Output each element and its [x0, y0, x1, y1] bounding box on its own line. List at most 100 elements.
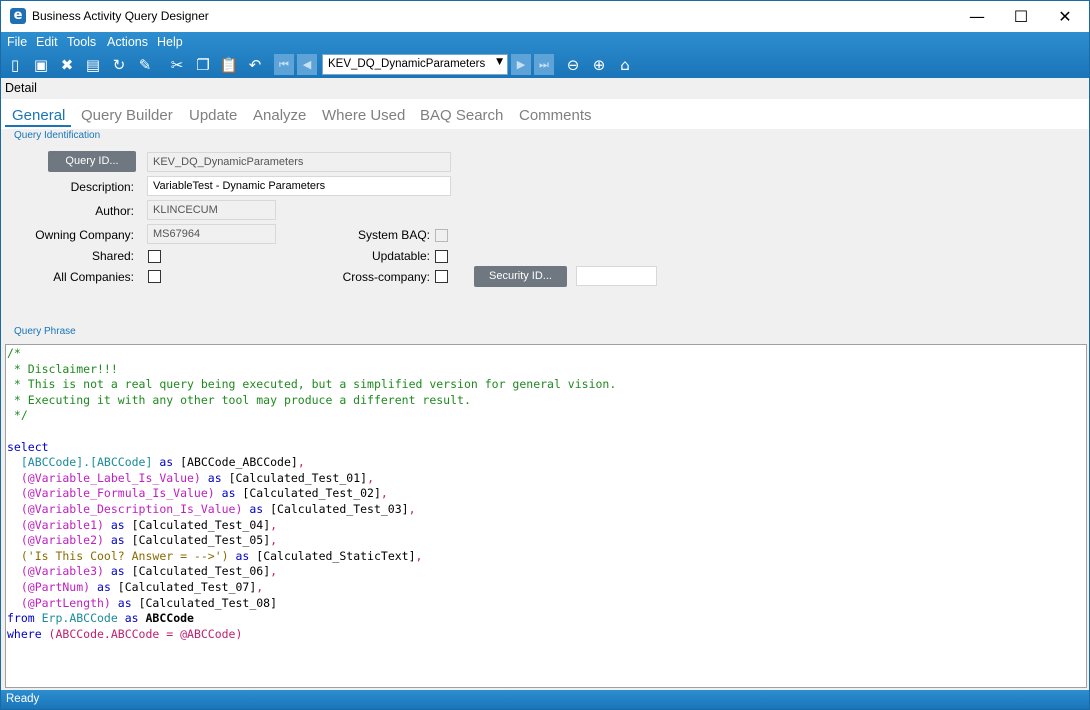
- tab-where-used[interactable]: Where Used: [322, 107, 405, 124]
- code-token: as: [214, 486, 243, 501]
- active-tab-indicator: [5, 125, 71, 127]
- author-label: Author:: [95, 204, 134, 218]
- query-phrase-code: /* * Disclaimer!!! * This is not a real …: [7, 346, 616, 642]
- security-id-field[interactable]: [576, 266, 657, 286]
- code-token: ('Is This Cool? Answer = -->'): [7, 548, 229, 563]
- code-token: ,: [415, 548, 423, 563]
- undo-icon[interactable]: ↶: [245, 55, 265, 75]
- close-button[interactable]: ✕: [1042, 1, 1088, 32]
- tab-query-builder[interactable]: Query Builder: [81, 107, 173, 124]
- forward-icon[interactable]: ⊕: [589, 55, 609, 75]
- query-selector-value: KEV_DQ_DynamicParameters: [328, 58, 486, 70]
- description-field[interactable]: VariableTest - Dynamic Parameters: [147, 176, 451, 196]
- save-icon[interactable]: ▣: [31, 55, 51, 75]
- tab-baq-search[interactable]: BAQ Search: [420, 107, 503, 124]
- minimize-button[interactable]: —: [954, 1, 1000, 32]
- first-record-icon[interactable]: ⏮: [274, 54, 294, 75]
- epicor-logo-icon: e: [10, 8, 26, 24]
- code-token: as: [152, 455, 181, 470]
- maximize-button[interactable]: ☐: [998, 1, 1044, 32]
- code-token: ABCCode: [145, 611, 194, 626]
- query-phrase-editor[interactable]: /* * Disclaimer!!! * This is not a real …: [5, 344, 1087, 688]
- code-token: (@Variable2): [7, 533, 104, 548]
- code-token: (@Variable_Description_Is_Value): [7, 501, 243, 516]
- query-phrase-label: Query Phrase: [14, 326, 76, 337]
- code-token: ,: [380, 486, 388, 501]
- code-token: as: [103, 564, 132, 579]
- toolbar: ▯ ▣ ✖ ▤ ↻ ✎ ✂ ❐ 📋 ↶ ⏮ ◀ KEV_DQ_DynamicPa…: [1, 53, 1089, 77]
- last-record-icon[interactable]: ⏭: [534, 54, 554, 75]
- tab-bar: General Query Builder Update Analyze Whe…: [1, 99, 1089, 129]
- code-token: as: [242, 501, 271, 516]
- code-token: (@Variable1): [7, 517, 104, 532]
- delete-icon[interactable]: ✖: [57, 55, 77, 75]
- print-icon[interactable]: ▤: [83, 55, 103, 75]
- cut-icon[interactable]: ✂: [167, 55, 187, 75]
- code-token: as: [90, 579, 118, 594]
- code-token: ,: [367, 470, 374, 485]
- title-bar: e Business Activity Query Designer — ☐ ✕: [1, 1, 1089, 32]
- menu-file[interactable]: File: [7, 35, 27, 49]
- code-token: (@PartNum): [7, 579, 91, 594]
- refresh-icon[interactable]: ↻: [109, 55, 129, 75]
- code-line: * Disclaimer!!!: [7, 361, 118, 376]
- author-field[interactable]: KLINCECUM: [147, 200, 276, 220]
- owning-company-field[interactable]: MS67964: [147, 224, 276, 244]
- description-label: Description:: [70, 180, 134, 194]
- query-selector-combo[interactable]: KEV_DQ_DynamicParameters ▼: [322, 54, 508, 75]
- code-token: as: [110, 595, 139, 610]
- all-companies-checkbox[interactable]: [148, 270, 161, 283]
- tab-comments[interactable]: Comments: [519, 107, 592, 124]
- code-token: ,: [270, 564, 278, 579]
- code-token: as: [103, 533, 132, 548]
- code-token: [ABCCode_ABCCode]: [180, 455, 298, 470]
- security-id-button[interactable]: Security ID...: [474, 266, 567, 287]
- paste-icon[interactable]: 📋: [219, 55, 239, 75]
- code-token: [Calculated_Test_03]: [270, 501, 409, 516]
- updatable-checkbox[interactable]: [435, 250, 448, 263]
- code-token: [Calculated_Test_08]: [138, 595, 278, 610]
- code-token: as: [117, 611, 146, 626]
- code-token: [Calculated_Test_05]: [131, 533, 271, 548]
- previous-record-icon[interactable]: ◀: [297, 54, 317, 75]
- detail-label: Detail: [5, 81, 37, 95]
- app-window: e Business Activity Query Designer — ☐ ✕…: [0, 0, 1090, 710]
- code-line: * Executing it with any other tool may p…: [7, 392, 471, 407]
- code-token: [ABCCode].[ABCCode]: [7, 455, 153, 470]
- new-icon[interactable]: ▯: [5, 55, 25, 75]
- updatable-label: Updatable:: [371, 249, 430, 263]
- copy-icon[interactable]: ❐: [193, 55, 213, 75]
- chevron-down-icon[interactable]: ▼: [496, 57, 503, 67]
- menu-help[interactable]: Help: [157, 35, 183, 49]
- tab-analyze[interactable]: Analyze: [253, 107, 306, 124]
- detail-bar: Detail: [1, 78, 1089, 99]
- tab-general[interactable]: General: [12, 107, 65, 124]
- clear-icon[interactable]: ✎: [135, 55, 155, 75]
- code-token: ,: [270, 517, 278, 532]
- query-id-field[interactable]: KEV_DQ_DynamicParameters: [147, 152, 451, 172]
- menu-tools[interactable]: Tools: [67, 35, 96, 49]
- next-record-icon[interactable]: ▶: [511, 54, 531, 75]
- code-token: from: [7, 611, 42, 626]
- window-title: Business Activity Query Designer: [32, 9, 209, 23]
- home-icon[interactable]: ⌂: [615, 55, 635, 75]
- code-token: (@Variable_Formula_Is_Value): [7, 486, 215, 501]
- status-bar: Ready: [1, 690, 1089, 709]
- code-token: as: [200, 470, 229, 485]
- code-line: * This is not a real query being execute…: [7, 377, 617, 392]
- code-token: [Calculated_Test_02]: [242, 486, 381, 501]
- back-icon[interactable]: ⊖: [563, 55, 583, 75]
- menu-toolbar-band: File Edit Tools Actions Help ▯ ▣ ✖ ▤ ↻ ✎…: [1, 32, 1089, 78]
- code-token: (ABCCode.ABCCode = @ABCCode): [48, 626, 243, 641]
- owning-company-label: Owning Company:: [35, 228, 134, 242]
- shared-checkbox[interactable]: [148, 250, 161, 263]
- code-token: [Calculated_Test_06]: [131, 564, 271, 579]
- cross-company-checkbox[interactable]: [435, 270, 448, 283]
- tab-update[interactable]: Update: [189, 107, 237, 124]
- code-line: */: [7, 408, 28, 423]
- code-token: ,: [256, 579, 264, 594]
- menu-actions[interactable]: Actions: [107, 35, 148, 49]
- system-baq-checkbox[interactable]: [435, 229, 448, 242]
- query-id-button[interactable]: Query ID...: [48, 151, 136, 172]
- menu-edit[interactable]: Edit: [36, 35, 58, 49]
